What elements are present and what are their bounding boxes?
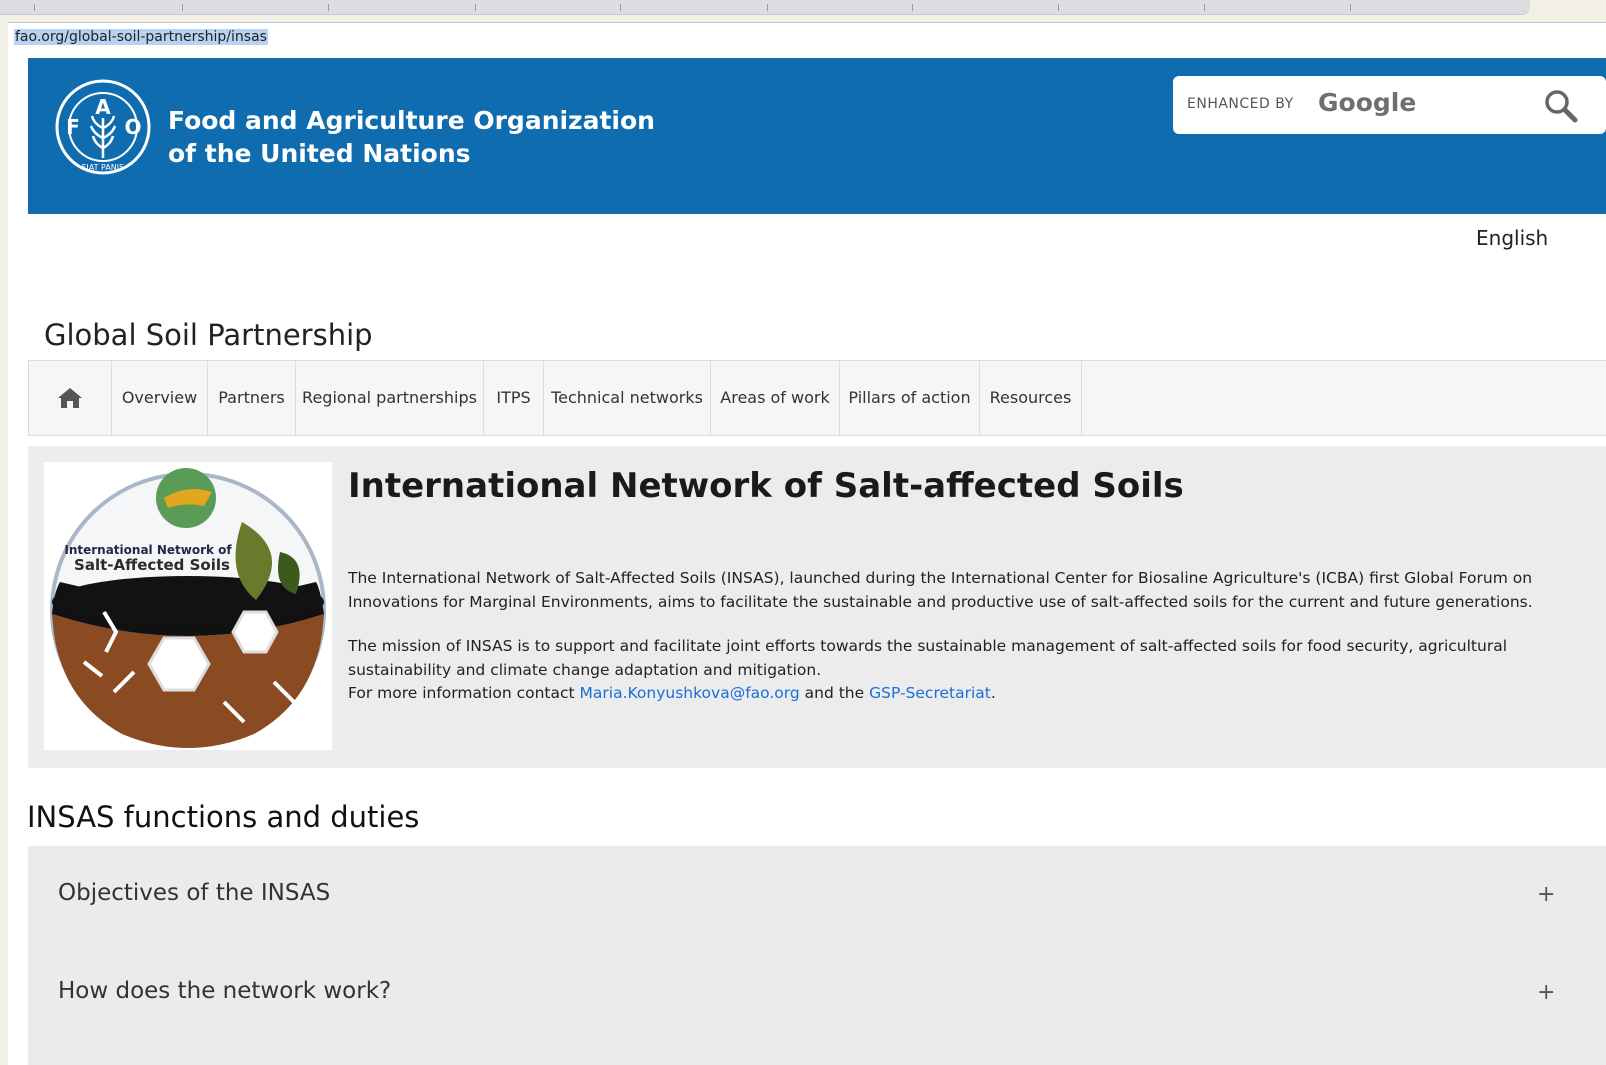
tab-separator <box>620 4 621 11</box>
search-google-label: Google <box>1318 88 1417 117</box>
site-header: F A O FIAT PANIS Food and Agriculture Or… <box>28 58 1606 214</box>
main-navigation: Overview Partners Regional partnerships … <box>28 360 1606 436</box>
nav-item-itps[interactable]: ITPS <box>484 361 544 435</box>
browser-tab-strip[interactable] <box>0 0 1530 15</box>
address-bar[interactable]: fao.org/global-soil-partnership/insas <box>8 22 1606 54</box>
nav-item-areas-of-work[interactable]: Areas of work <box>711 361 840 435</box>
contact-email-link[interactable]: Maria.Konyushkova@fao.org <box>580 684 800 702</box>
tab-separator <box>328 4 329 11</box>
home-icon <box>58 388 82 408</box>
hero-section: International Network of Salt-Affected S… <box>28 446 1606 768</box>
expand-icon[interactable]: + <box>1537 980 1555 1005</box>
nav-item-resources[interactable]: Resources <box>980 361 1082 435</box>
fao-logo[interactable]: F A O FIAT PANIS <box>54 78 152 176</box>
site-title[interactable]: Global Soil Partnership <box>44 318 373 352</box>
organization-name-line1: Food and Agriculture Organization <box>168 106 655 135</box>
svg-text:A: A <box>95 95 111 119</box>
tab-separator <box>912 4 913 11</box>
nav-item-regional-partnerships[interactable]: Regional partnerships <box>296 361 484 435</box>
hero-paragraph-3: For more information contact Maria.Konyu… <box>348 684 996 702</box>
accordion-how-network-works[interactable]: How does the network work? + <box>28 944 1606 1065</box>
tab-separator <box>1204 4 1205 11</box>
nav-item-partners[interactable]: Partners <box>208 361 296 435</box>
tab-separator <box>1350 4 1351 11</box>
search-icon[interactable] <box>1543 88 1579 124</box>
tab-separator <box>475 4 476 11</box>
accordion-objectives[interactable]: Objectives of the INSAS + <box>28 846 1606 944</box>
insas-logo-text-line1: International Network of <box>64 543 232 557</box>
search-enhanced-label: ENHANCED BY <box>1187 96 1294 112</box>
language-selector[interactable]: English <box>1476 226 1548 250</box>
insas-logo: International Network of Salt-Affected S… <box>50 468 326 748</box>
tab-separator <box>34 4 35 11</box>
insas-logo-text-line2: Salt-Affected Soils <box>74 556 230 574</box>
accordion-label: How does the network work? <box>58 978 392 1004</box>
accordion-label: Objectives of the INSAS <box>58 880 331 906</box>
tab-separator <box>1058 4 1059 11</box>
nav-item-pillars-of-action[interactable]: Pillars of action <box>840 361 980 435</box>
svg-text:O: O <box>124 115 141 139</box>
nav-item-technical-networks[interactable]: Technical networks <box>544 361 711 435</box>
svg-text:FIAT PANIS: FIAT PANIS <box>82 163 124 172</box>
hero-title: International Network of Salt-affected S… <box>348 466 1184 506</box>
nav-item-overview[interactable]: Overview <box>112 361 208 435</box>
gsp-secretariat-link[interactable]: GSP-Secretariat <box>869 684 991 702</box>
hero-paragraph-1: The International Network of Salt-Affect… <box>348 569 1533 611</box>
organization-name[interactable]: Food and Agriculture Organization of the… <box>168 104 655 170</box>
nav-home[interactable] <box>28 361 112 435</box>
organization-name-line2: of the United Nations <box>168 139 471 168</box>
section-title: INSAS functions and duties <box>27 800 420 834</box>
expand-icon[interactable]: + <box>1537 882 1555 907</box>
tab-separator <box>182 4 183 11</box>
address-bar-url[interactable]: fao.org/global-soil-partnership/insas <box>14 29 268 45</box>
web-page: F A O FIAT PANIS Food and Agriculture Or… <box>8 52 1606 1065</box>
svg-text:F: F <box>66 115 80 139</box>
search-box[interactable]: ENHANCED BY Google <box>1173 76 1606 134</box>
insas-logo-image: International Network of Salt-Affected S… <box>44 462 332 750</box>
tab-separator <box>767 4 768 11</box>
hero-paragraph-2: The mission of INSAS is to support and f… <box>348 637 1507 679</box>
